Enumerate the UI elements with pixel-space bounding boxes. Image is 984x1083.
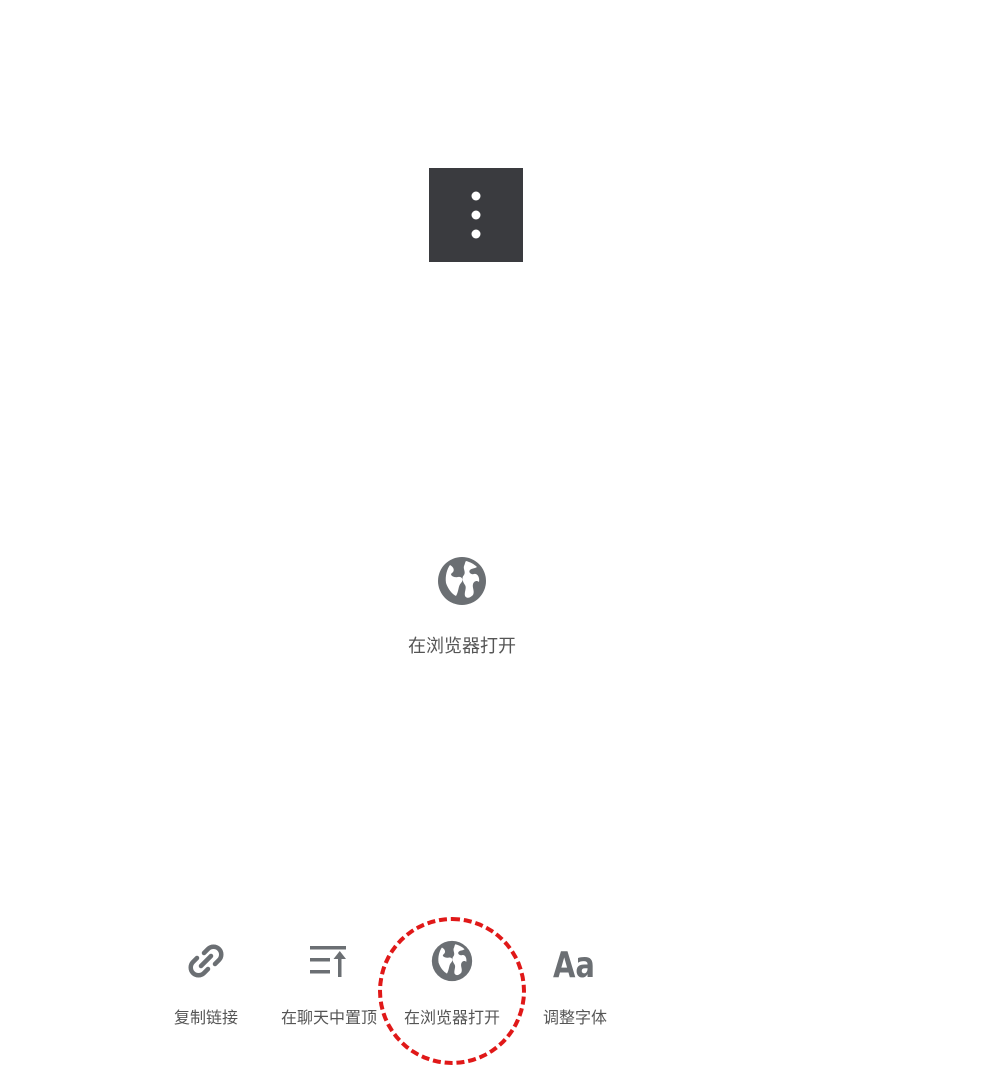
- open-in-browser-label: 在浏览器打开: [403, 1008, 500, 1027]
- pin-to-top-icon: [310, 946, 346, 977]
- open-in-browser-preview[interactable]: 在浏览器打开: [384, 556, 540, 666]
- svg-text:Aa: Aa: [553, 945, 595, 981]
- adjust-font-button[interactable]: Aa 调整字体: [520, 938, 630, 1028]
- open-in-browser-button[interactable]: 在浏览器打开: [397, 938, 507, 1028]
- pin-in-chat-button[interactable]: 在聊天中置顶: [274, 938, 384, 1028]
- adjust-font-label: 调整字体: [542, 1008, 607, 1027]
- globe-icon: [431, 940, 473, 982]
- copy-link-label: 复制链接: [173, 1008, 238, 1027]
- open-in-browser-label: 在浏览器打开: [408, 636, 516, 657]
- more-vertical-icon: [471, 191, 481, 239]
- share-toolbar: 复制链接 在聊天中置顶 在浏览器打开 Aa 调整字体: [0, 0, 984, 1083]
- font-size-icon: Aa: [553, 945, 595, 981]
- globe-icon: [438, 557, 486, 605]
- more-options-button[interactable]: [429, 168, 523, 262]
- link-icon: [188, 944, 224, 978]
- copy-link-button[interactable]: 复制链接: [151, 938, 261, 1028]
- pin-in-chat-label: 在聊天中置顶: [280, 1008, 377, 1027]
